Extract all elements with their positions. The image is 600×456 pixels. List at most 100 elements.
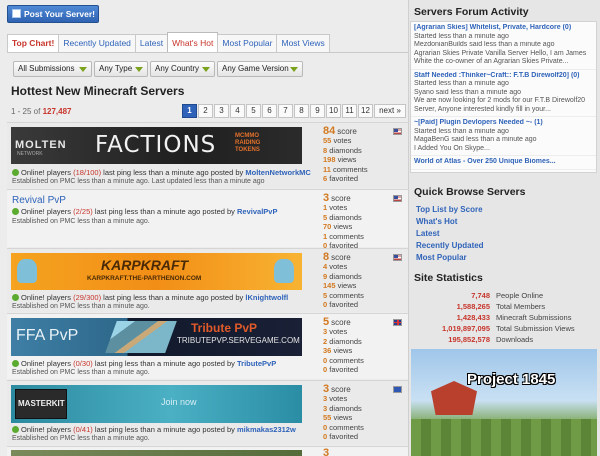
server-title-link[interactable]: Revival PvP bbox=[12, 195, 66, 206]
forum-item-title[interactable]: [Agrarian Skies] Whitelist, Private, Har… bbox=[414, 24, 593, 33]
banner-title: MASTERKIT bbox=[18, 399, 65, 408]
quick-link-whats-hot[interactable]: What's Hot bbox=[416, 217, 457, 226]
forum-item-title[interactable]: ~[Paid] Plugin Devlopers Needed ~- (1) bbox=[414, 119, 593, 128]
player-count: (0/30) bbox=[73, 359, 93, 368]
page-link[interactable]: 7 bbox=[278, 104, 293, 118]
forum-item[interactable]: Staff Needed :Thinker~Craft:: F.T.B Dire… bbox=[411, 70, 596, 117]
author-link[interactable]: lKnightwolfl bbox=[245, 293, 288, 302]
game-version-filter-label: Any Game Version bbox=[222, 64, 289, 73]
server-banner[interactable]: MASTERKIT Join now bbox=[11, 385, 302, 423]
page-link[interactable]: 11 bbox=[342, 104, 357, 118]
forum-item-said: Syano said less than a minute ago bbox=[414, 88, 522, 96]
page-link[interactable]: 10 bbox=[326, 104, 341, 118]
author-link[interactable]: MoltenNetworkMC bbox=[245, 168, 310, 177]
stat-label: Downloads bbox=[496, 335, 534, 344]
page-link[interactable]: 5 bbox=[246, 104, 261, 118]
diamonds-label: diamonds bbox=[329, 336, 362, 346]
quick-link-recently-updated[interactable]: Recently Updated bbox=[416, 241, 484, 250]
ping-text: last ping less than a minute ago posted … bbox=[94, 359, 235, 368]
player-count: (29/300) bbox=[73, 293, 102, 302]
quick-link-latest[interactable]: Latest bbox=[416, 229, 440, 238]
stat-value: 195,852,578 bbox=[448, 335, 490, 344]
tab-most-views[interactable]: Most Views bbox=[276, 34, 330, 53]
flag-us-icon bbox=[393, 195, 402, 202]
forum-item-snippet: I Added You On Skype... bbox=[414, 144, 490, 152]
stat-value: 1,588,265 bbox=[456, 302, 490, 311]
banner-left-text: FFA PvP bbox=[16, 327, 79, 344]
online-label: Online! bbox=[21, 425, 45, 434]
crossed-swords-icon bbox=[105, 321, 177, 353]
server-banner[interactable]: MOLTEN NETWORK FACTIONS MCMMO RAIDING TO… bbox=[11, 127, 302, 164]
author-link[interactable]: RevivalPvP bbox=[237, 207, 277, 216]
tab-top-chart[interactable]: Top Chart! bbox=[7, 34, 60, 53]
dropdown-arrow-icon bbox=[135, 67, 143, 72]
page-link[interactable]: 9 bbox=[310, 104, 325, 118]
tab-whats-hot[interactable]: What's Hot bbox=[167, 32, 219, 53]
quick-link-most-popular[interactable]: Most Popular bbox=[416, 253, 467, 262]
favorited-value: 0 bbox=[323, 432, 328, 442]
quick-browse-title: Quick Browse Servers bbox=[414, 186, 526, 198]
favorited-value: 0 bbox=[323, 300, 328, 310]
tab-most-popular[interactable]: Most Popular bbox=[217, 34, 278, 53]
favorited-label: favorited bbox=[329, 432, 359, 442]
server-row: MOLTEN NETWORK FACTIONS MCMMO RAIDING TO… bbox=[7, 122, 408, 188]
forum-item[interactable]: [Agrarian Skies] Whitelist, Private, Har… bbox=[411, 22, 596, 70]
votes-label: votes bbox=[329, 327, 348, 337]
server-banner[interactable] bbox=[11, 450, 302, 456]
score-label: score bbox=[331, 253, 351, 262]
score-label: score bbox=[337, 127, 357, 136]
author-link[interactable]: TributePvP bbox=[237, 359, 276, 368]
tab-latest[interactable]: Latest bbox=[134, 34, 169, 53]
dropdown-arrow-icon bbox=[202, 67, 210, 72]
page-link[interactable]: 12 bbox=[358, 104, 373, 118]
player-count: (2/25) bbox=[73, 207, 93, 216]
votes-value: 55 bbox=[323, 136, 332, 146]
page-link[interactable]: 3 bbox=[214, 104, 229, 118]
server-banner[interactable]: FFA PvP Tribute PvP TRIBUTEPVP.SERVEGAME… bbox=[11, 318, 302, 356]
banner-title: FACTIONS bbox=[95, 132, 217, 158]
forum-activity-list[interactable]: [Agrarian Skies] Whitelist, Private, Har… bbox=[410, 21, 597, 173]
banner-title: KARPKRAFT bbox=[101, 257, 189, 273]
page-link[interactable]: 4 bbox=[230, 104, 245, 118]
server-status: Online! players (29/300) last ping less … bbox=[12, 293, 288, 302]
server-row: KARPKRAFT KARPKRAFT.THE-PARTHENON.COM 8s… bbox=[7, 248, 408, 312]
players-label: players bbox=[46, 207, 72, 216]
forum-item[interactable]: World of Atlas - Over 250 Unique Biomes.… bbox=[411, 156, 596, 170]
forum-item-said: MezdonianBuilds said less than a minute … bbox=[414, 41, 555, 48]
stat-label: People Online bbox=[496, 291, 544, 300]
banner-mascot-right bbox=[274, 259, 294, 283]
players-label: players bbox=[46, 359, 72, 368]
author-link[interactable]: mikmakas2312w bbox=[237, 425, 296, 434]
diamonds-value: 9 bbox=[323, 271, 328, 281]
server-row: MASTERKIT Join now 3 score 3 votes 3 diam… bbox=[7, 380, 408, 445]
forum-item[interactable]: ~[Paid] Plugin Devlopers Needed ~- (1) S… bbox=[411, 117, 596, 156]
tab-recently-updated[interactable]: Recently Updated bbox=[58, 34, 136, 53]
established-text: Established on PMC less than a minute ag… bbox=[12, 178, 265, 185]
diamonds-label: diamonds bbox=[329, 271, 362, 281]
type-filter[interactable]: Any Type bbox=[94, 61, 148, 77]
forum-item-title[interactable]: Staff Needed :Thinker~Craft:: F.T.B Dire… bbox=[414, 72, 593, 81]
page-link[interactable]: 6 bbox=[262, 104, 277, 118]
submissions-filter[interactable]: All Submissions bbox=[13, 61, 92, 77]
server-banner[interactable]: KARPKRAFT KARPKRAFT.THE-PARTHENON.COM bbox=[11, 253, 302, 290]
forum-item-started: Started less than a minute ago bbox=[414, 32, 509, 40]
comments-value: 1 bbox=[323, 231, 328, 241]
featured-server-banner[interactable]: Project 1845 bbox=[411, 349, 597, 456]
players-label: players bbox=[46, 425, 72, 434]
game-version-filter[interactable]: Any Game Version bbox=[217, 61, 303, 77]
online-label: Online! bbox=[21, 207, 45, 216]
comments-label: comments bbox=[329, 231, 364, 241]
quick-link-top-list[interactable]: Top List by Score bbox=[416, 205, 483, 214]
page-link[interactable]: 1 bbox=[182, 104, 197, 118]
banner-address: TRIBUTEPVP.SERVEGAME.COM bbox=[177, 336, 300, 345]
dropdown-arrow-icon bbox=[79, 67, 87, 72]
page-link[interactable]: 8 bbox=[294, 104, 309, 118]
forum-item-title[interactable]: World of Atlas - Over 250 Unique Biomes.… bbox=[414, 158, 593, 167]
diamonds-value: 2 bbox=[323, 336, 328, 346]
post-server-button[interactable]: Post Your Server! bbox=[7, 5, 99, 23]
next-page-link[interactable]: next » bbox=[374, 104, 406, 118]
forum-item-said: MagaBenG said less than a minute ago bbox=[414, 136, 537, 143]
country-filter[interactable]: Any Country bbox=[150, 61, 215, 77]
page-link[interactable]: 2 bbox=[198, 104, 213, 118]
views-value: 145 bbox=[323, 281, 336, 291]
